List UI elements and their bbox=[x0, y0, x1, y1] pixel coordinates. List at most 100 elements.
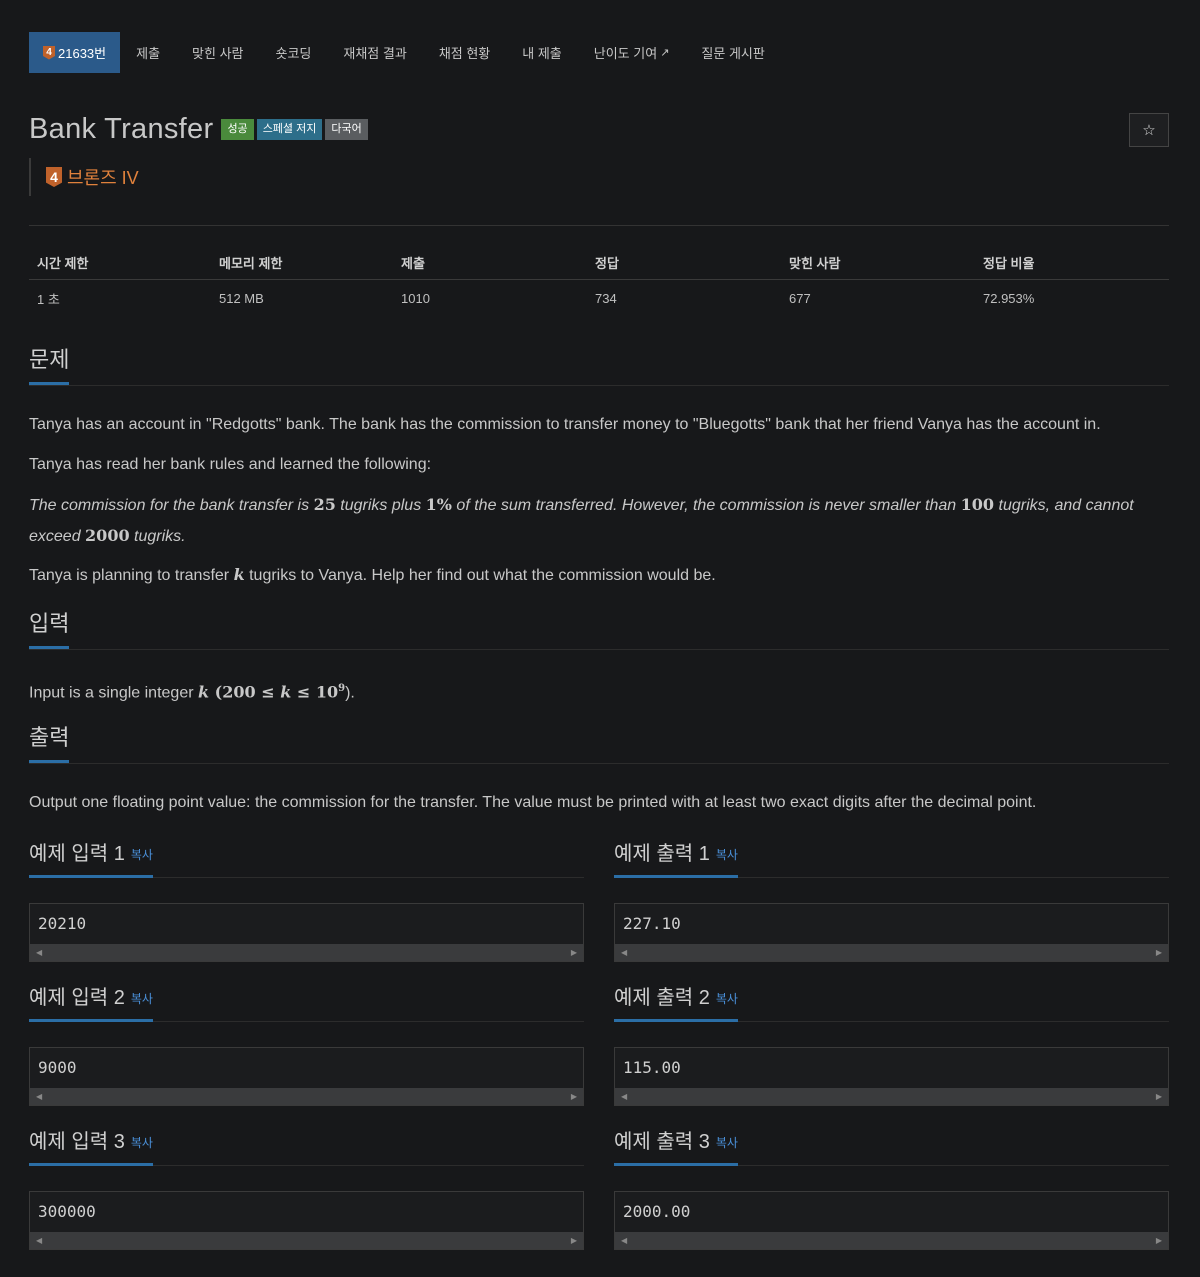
scroll-right-icon[interactable]: ▶ bbox=[1156, 944, 1162, 961]
scroll-right-icon[interactable]: ▶ bbox=[571, 944, 577, 961]
math-number: 25 bbox=[313, 495, 336, 514]
sample-data: 227.10 bbox=[623, 914, 681, 933]
copy-button[interactable]: 복사 bbox=[716, 1136, 738, 1150]
problem-info-table: 시간 제한 메모리 제한 제출 정답 맞힌 사람 정답 비율 1 초 512 M… bbox=[29, 246, 1169, 316]
sample-title: 예제 입력 2 복사 bbox=[29, 984, 153, 1022]
horizontal-scrollbar[interactable]: ◀ ▶ bbox=[615, 1232, 1168, 1249]
sample-output-2: 예제 출력 2 복사 115.00 ◀ ▶ bbox=[614, 984, 1169, 1106]
sample-code-box[interactable]: 300000 ◀ ▶ bbox=[29, 1191, 584, 1250]
bronze-tier-icon: 4 bbox=[43, 45, 55, 60]
sample-code-box[interactable]: 115.00 ◀ ▶ bbox=[614, 1047, 1169, 1106]
math-number: 1% bbox=[425, 495, 452, 514]
horizontal-scrollbar[interactable]: ◀ ▶ bbox=[30, 1232, 583, 1249]
sample-title: 예제 출력 1 복사 bbox=[614, 840, 738, 878]
scroll-left-icon[interactable]: ◀ bbox=[621, 1232, 627, 1249]
input-section-header: 입력 bbox=[29, 610, 1169, 650]
tab-my-submissions[interactable]: 내 제출 bbox=[506, 32, 578, 73]
statement-rule-paragraph: The commission for the bank transfer is … bbox=[29, 490, 1171, 552]
text-span: of the sum transferred. However, the com… bbox=[451, 497, 961, 514]
problem-section-header: 문제 bbox=[29, 346, 1169, 386]
problem-page: 4 21633번 제출 맞힌 사람 숏코딩 재채점 결과 채점 현황 내 제출 … bbox=[0, 0, 1200, 1277]
scroll-right-icon[interactable]: ▶ bbox=[1156, 1088, 1162, 1105]
problem-title: Bank Transfer bbox=[29, 113, 214, 145]
scroll-left-icon[interactable]: ◀ bbox=[36, 1088, 42, 1105]
value-submissions: 1010 bbox=[401, 290, 430, 306]
horizontal-scrollbar[interactable]: ◀ ▶ bbox=[615, 1088, 1168, 1105]
tab-difficulty-contribute[interactable]: 난이도 기여 ↗ bbox=[578, 32, 686, 73]
sample-title-text: 예제 출력 2 bbox=[614, 987, 710, 1009]
difficulty-contribute-label: 난이도 기여 bbox=[593, 46, 658, 61]
sample-code-box[interactable]: 2000.00 ◀ ▶ bbox=[614, 1191, 1169, 1250]
tab-question-board[interactable]: 질문 게시판 bbox=[685, 32, 780, 73]
scroll-right-icon[interactable]: ▶ bbox=[571, 1232, 577, 1249]
tab-short-coding[interactable]: 숏코딩 bbox=[260, 32, 328, 73]
copy-button[interactable]: 복사 bbox=[716, 848, 738, 862]
scroll-left-icon[interactable]: ◀ bbox=[36, 1232, 42, 1249]
tier-row: 4 브론즈 IV bbox=[29, 158, 139, 196]
math-symbol: ( bbox=[209, 682, 223, 702]
sample-data: 9000 bbox=[38, 1058, 77, 1077]
horizontal-scrollbar[interactable]: ◀ ▶ bbox=[30, 944, 583, 961]
copy-button[interactable]: 복사 bbox=[131, 848, 153, 862]
external-link-icon: ↗ bbox=[660, 47, 670, 59]
sample-code-box[interactable]: 227.10 ◀ ▶ bbox=[614, 903, 1169, 962]
horizontal-scrollbar[interactable]: ◀ ▶ bbox=[30, 1088, 583, 1105]
tier-label[interactable]: 브론즈 IV bbox=[67, 164, 139, 190]
favorite-star-button[interactable]: ☆ bbox=[1129, 113, 1169, 147]
tab-problem-number[interactable]: 4 21633번 bbox=[29, 32, 121, 73]
copy-button[interactable]: 복사 bbox=[716, 992, 738, 1006]
scroll-right-icon[interactable]: ▶ bbox=[571, 1088, 577, 1105]
tab-status[interactable]: 채점 현황 bbox=[423, 32, 506, 73]
copy-button[interactable]: 복사 bbox=[131, 1136, 153, 1150]
statement-paragraph: Tanya has read her bank rules and learne… bbox=[29, 456, 432, 473]
math-variable: k bbox=[233, 565, 245, 584]
math-symbol: ≤ bbox=[291, 682, 316, 702]
special-judge-label: 스페셜 저지 bbox=[256, 119, 323, 140]
value-solvers: 677 bbox=[789, 290, 811, 306]
header-time-limit: 시간 제한 bbox=[37, 256, 89, 271]
scroll-left-icon[interactable]: ◀ bbox=[621, 1088, 627, 1105]
header-solvers: 맞힌 사람 bbox=[789, 256, 841, 271]
text-span: tugriks. bbox=[129, 528, 186, 545]
horizontal-scrollbar[interactable]: ◀ ▶ bbox=[615, 944, 1168, 961]
problem-nav: 4 21633번 제출 맞힌 사람 숏코딩 재채점 결과 채점 현황 내 제출 … bbox=[29, 32, 781, 73]
scroll-left-icon[interactable]: ◀ bbox=[36, 944, 42, 961]
text-span: tugriks to Vanya. Help her find out what… bbox=[244, 567, 716, 584]
section-title-problem: 문제 bbox=[29, 346, 70, 385]
sample-input-3: 예제 입력 3 복사 300000 ◀ ▶ bbox=[29, 1128, 584, 1250]
math-number: 100 bbox=[960, 495, 995, 514]
value-ratio: 72.953% bbox=[983, 290, 1035, 306]
bronze-tier-icon: 4 bbox=[46, 167, 62, 187]
header-submissions: 제출 bbox=[401, 256, 425, 271]
sample-data: 2000.00 bbox=[623, 1202, 691, 1221]
sample-input-2: 예제 입력 2 복사 9000 ◀ ▶ bbox=[29, 984, 584, 1106]
output-section-header: 출력 bbox=[29, 724, 1169, 764]
text-span: tugriks plus bbox=[335, 497, 426, 514]
scroll-right-icon[interactable]: ▶ bbox=[1156, 1232, 1162, 1249]
divider bbox=[29, 225, 1169, 226]
copy-button[interactable]: 복사 bbox=[131, 992, 153, 1006]
section-title-output: 출력 bbox=[29, 724, 70, 763]
sample-data: 300000 bbox=[38, 1202, 96, 1221]
section-title-input: 입력 bbox=[29, 610, 70, 649]
math-number: 10 bbox=[315, 682, 339, 702]
math-variable: k bbox=[198, 682, 210, 702]
sample-data: 20210 bbox=[38, 914, 87, 933]
scroll-left-icon[interactable]: ◀ bbox=[621, 944, 627, 961]
text-span: The commission for the bank transfer is bbox=[29, 497, 314, 514]
tab-rejudge-results[interactable]: 재채점 결과 bbox=[327, 32, 422, 73]
text-span: Tanya is planning to transfer bbox=[29, 567, 234, 584]
sample-title-text: 예제 출력 1 bbox=[614, 843, 710, 865]
sample-input-1: 예제 입력 1 복사 20210 ◀ ▶ bbox=[29, 840, 584, 962]
sample-title: 예제 입력 3 복사 bbox=[29, 1128, 153, 1166]
title-row: Bank Transfer 성공 스페셜 저지 다국어 bbox=[29, 113, 368, 146]
sample-output-1: 예제 출력 1 복사 227.10 ◀ ▶ bbox=[614, 840, 1169, 962]
header-ratio: 정답 비율 bbox=[983, 256, 1035, 271]
text-span: Input is a single integer bbox=[29, 684, 198, 702]
table-row: 1 초 512 MB 1010 734 677 72.953% bbox=[29, 280, 1169, 316]
tab-submit[interactable]: 제출 bbox=[120, 32, 176, 73]
sample-code-box[interactable]: 20210 ◀ ▶ bbox=[29, 903, 584, 962]
problem-number-label: 21633번 bbox=[58, 46, 107, 61]
tab-solvers[interactable]: 맞힌 사람 bbox=[176, 32, 259, 73]
sample-code-box[interactable]: 9000 ◀ ▶ bbox=[29, 1047, 584, 1106]
